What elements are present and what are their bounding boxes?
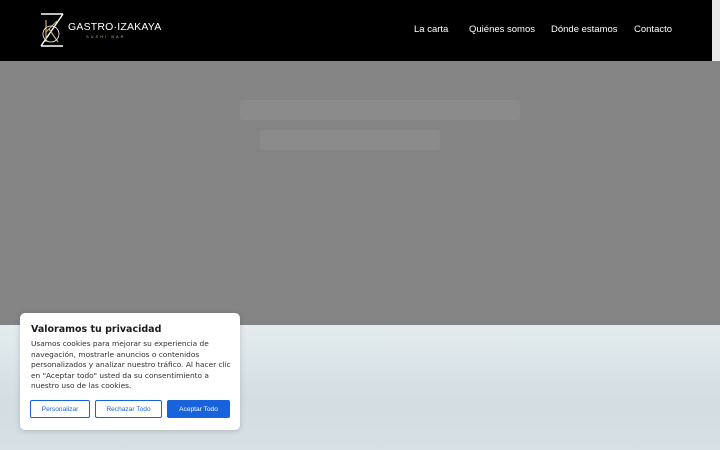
nav-quienes-somos[interactable]: Quiénes somos (469, 24, 535, 35)
cookie-description: Usamos cookies para mejorar su experienc… (31, 339, 231, 391)
hero-heading-line (240, 100, 520, 120)
nav-donde-estamos[interactable]: Dónde estamos (551, 24, 618, 35)
logo-text[interactable]: GASTRO·IZAKAYA (68, 21, 161, 33)
nav-contacto[interactable]: Contacto (634, 24, 672, 35)
logo-subtext: SUSHI BAR (86, 34, 126, 39)
customize-button[interactable]: Personalizar (30, 400, 90, 418)
cookie-title: Valoramos tu privacidad (31, 324, 162, 335)
cookie-consent-banner: Valoramos tu privacidad Usamos cookies p… (20, 313, 240, 430)
kz-monogram-icon[interactable] (37, 12, 67, 48)
site-header: GASTRO·IZAKAYA SUSHI BAR La carta Quiéne… (0, 0, 712, 61)
nav-la-carta[interactable]: La carta (414, 24, 448, 35)
hero-heading-line (260, 130, 440, 150)
hero-heading-obscured (230, 95, 530, 155)
accept-all-button[interactable]: Aceptar Todo (167, 400, 230, 418)
reject-all-button[interactable]: Rechazar Todo (95, 400, 162, 418)
